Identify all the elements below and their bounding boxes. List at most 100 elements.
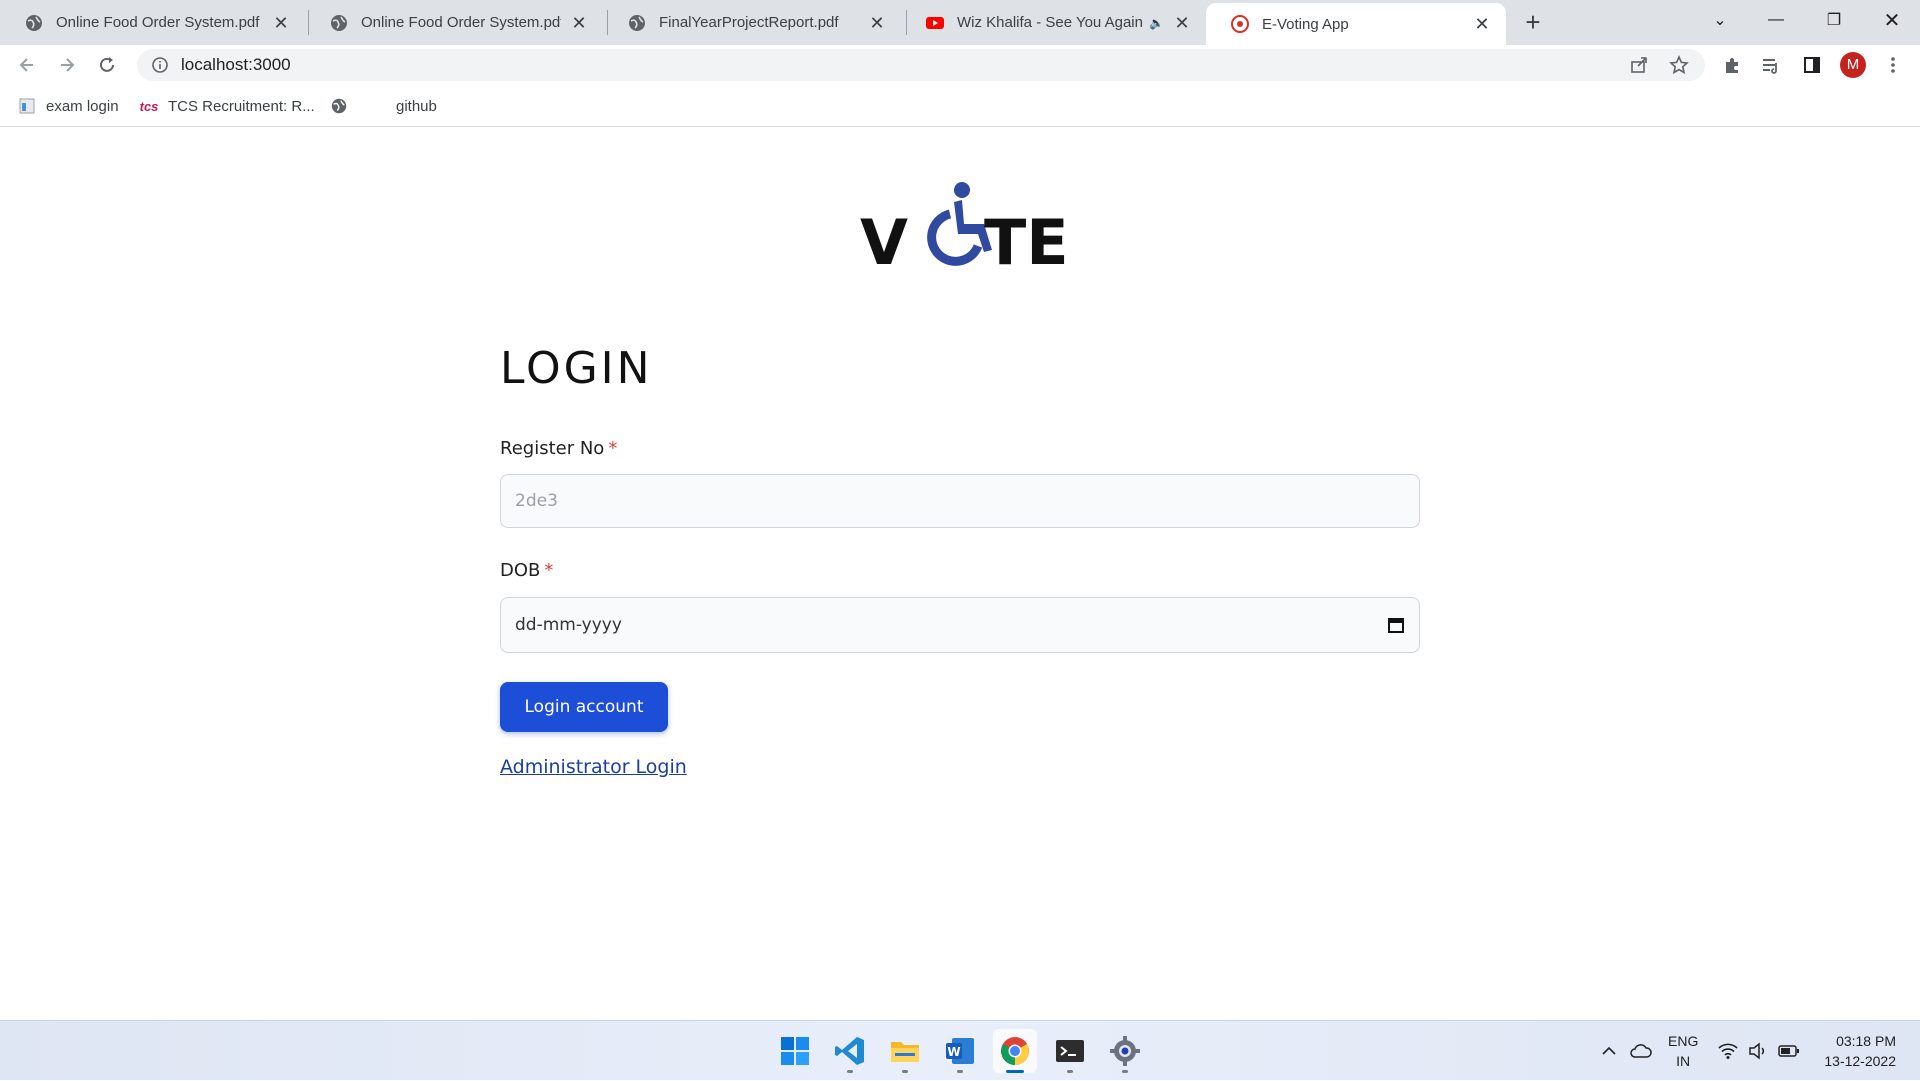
login-account-button[interactable]: Login account [500, 682, 668, 732]
bookmark-github[interactable]: github [396, 95, 437, 117]
dob-date-input[interactable]: dd-mm-yyyy [500, 597, 1420, 653]
bookmark-exam-login[interactable]: exam login [18, 95, 119, 117]
globe-icon [26, 14, 42, 31]
tab-title: FinalYearProjectReport.pdf [659, 14, 839, 31]
browser-toolbar: localhost:3000 M [0, 45, 1920, 85]
administrator-login-link[interactable]: Administrator Login [500, 756, 687, 778]
tab-title: E-Voting App [1262, 15, 1349, 33]
running-indicator [1006, 1070, 1024, 1073]
kebab-menu-icon [1891, 57, 1895, 73]
language-indicator[interactable]: ENG IN [1668, 1031, 1698, 1071]
back-arrow-icon [19, 58, 33, 72]
bookmark-tcs-recruitment[interactable]: tcs TCS Recruitment: R... [140, 95, 315, 117]
back-button[interactable] [12, 50, 42, 80]
page-icon [18, 97, 36, 115]
minimize-button[interactable]: — [1748, 0, 1804, 40]
start-button[interactable] [773, 1029, 817, 1073]
globe-icon [330, 97, 348, 115]
taskbar-clock[interactable]: 03:18 PM 13-12-2022 [1824, 1031, 1896, 1071]
url-text: localhost:3000 [181, 55, 291, 74]
running-indicator [902, 1070, 908, 1073]
word-icon: W [946, 1038, 974, 1064]
system-tray [1600, 1021, 1652, 1081]
restore-button[interactable]: ❐ [1806, 0, 1862, 40]
bookmark-label: TCS Recruitment: R... [168, 97, 315, 115]
folder-icon [891, 1042, 919, 1062]
chevron-up-icon[interactable] [1600, 1042, 1618, 1060]
calendar-icon[interactable] [1387, 616, 1405, 634]
globe-icon [629, 14, 645, 31]
bookmark-label: exam login [46, 97, 119, 115]
register-no-value: 2de3 [515, 491, 558, 511]
onedrive-cloud-icon[interactable] [1630, 1042, 1652, 1060]
address-bar[interactable]: localhost:3000 [137, 49, 1705, 81]
dob-label-text: DOB [500, 560, 541, 581]
wheelchair-icon [927, 182, 992, 266]
running-indicator [847, 1070, 853, 1073]
close-icon[interactable]: ✕ [1472, 14, 1492, 34]
taskbar-word[interactable]: W [938, 1029, 982, 1073]
taskbar-settings[interactable] [1103, 1029, 1147, 1073]
taskbar-terminal[interactable] [1048, 1029, 1092, 1073]
reload-button[interactable] [92, 50, 122, 80]
taskbar-vscode[interactable] [828, 1029, 872, 1073]
region-code: IN [1676, 1053, 1691, 1069]
close-icon[interactable]: ✕ [569, 13, 589, 33]
vscode-icon [835, 1037, 864, 1065]
register-no-input[interactable]: 2de3 [500, 474, 1420, 528]
close-icon[interactable]: ✕ [1172, 13, 1192, 33]
bookmark-globe[interactable] [330, 95, 358, 117]
tab-final-year-report[interactable]: FinalYearProjectReport.pdf ✕ [603, 0, 901, 45]
tab-youtube[interactable]: Wiz Khalifa - See You Again f 🔈 ✕ [901, 0, 1206, 45]
taskbar-file-explorer[interactable] [883, 1029, 927, 1073]
app-favicon [1231, 15, 1249, 33]
dob-value: dd-mm-yyyy [515, 615, 622, 635]
windows-start-icon [781, 1037, 809, 1065]
tab-online-food-order-2[interactable]: Online Food Order System.pdf ✕ [305, 0, 603, 45]
vote-logo: V TE [860, 182, 1068, 270]
bookmarks-bar: exam login tcs TCS Recruitment: R... git… [0, 85, 1920, 127]
tab-title: Wiz Khalifa - See You Again f [957, 14, 1144, 31]
speaker-icon[interactable]: 🔈 [1149, 16, 1164, 30]
profile-button[interactable]: M [1838, 50, 1868, 80]
side-panel-icon [1804, 57, 1820, 73]
avatar: M [1840, 52, 1866, 78]
logo-letter-v: V [860, 206, 908, 270]
tcs-logo-icon: tcs [139, 98, 159, 114]
required-asterisk: * [544, 560, 554, 581]
site-info-icon[interactable] [151, 56, 169, 74]
window-close-button[interactable]: ✕ [1864, 0, 1920, 40]
tab-e-voting-app[interactable]: E-Voting App ✕ [1206, 3, 1506, 45]
browser-tab-strip: Online Food Order System.pdf ✕ Online Fo… [0, 0, 1920, 45]
tab-search-button[interactable]: ⌄ [1692, 0, 1748, 40]
new-tab-button[interactable]: + [1518, 8, 1548, 38]
side-panel-button[interactable] [1797, 50, 1827, 80]
running-indicator [957, 1070, 963, 1073]
puzzle-icon [1726, 58, 1738, 73]
forward-button[interactable] [52, 50, 82, 80]
close-icon[interactable]: ✕ [867, 13, 887, 33]
page-title: LOGIN [500, 343, 653, 394]
chrome-icon [1001, 1037, 1029, 1065]
extensions-button[interactable] [1718, 50, 1748, 80]
windows-taskbar: W ENG IN 03:18 PM 13-12-2022 [0, 1020, 1920, 1080]
page-content: V TE LOGIN Register No * 2de3 DOB * dd-mm-… [0, 128, 1920, 1020]
svg-text:W: W [947, 1045, 960, 1059]
clock-date: 13-12-2022 [1824, 1053, 1896, 1069]
share-icon[interactable] [1629, 55, 1649, 75]
taskbar-chrome[interactable] [993, 1029, 1037, 1073]
browser-menu-button[interactable] [1878, 50, 1908, 80]
tab-title: Online Food Order System.pdf [361, 14, 561, 31]
bookmark-label: github [396, 97, 437, 115]
tab-online-food-order-1[interactable]: Online Food Order System.pdf ✕ [0, 0, 305, 45]
media-control-button[interactable] [1756, 50, 1786, 80]
gear-icon [1110, 1036, 1140, 1066]
close-icon[interactable]: ✕ [271, 13, 291, 33]
terminal-icon [1056, 1040, 1084, 1062]
volume-icon [1749, 1042, 1765, 1060]
language-code: ENG [1668, 1033, 1699, 1049]
running-indicator [1067, 1070, 1073, 1073]
bookmark-star-icon[interactable] [1669, 55, 1689, 75]
running-indicator [1122, 1070, 1128, 1073]
quick-settings[interactable] [1718, 1021, 1800, 1081]
